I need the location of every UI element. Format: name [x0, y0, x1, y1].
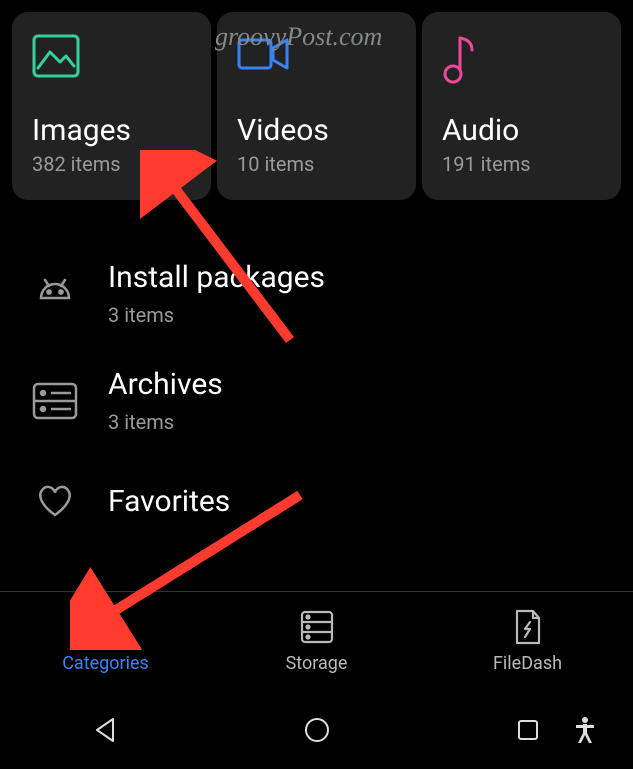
- audio-tile[interactable]: Audio 191 items: [422, 12, 621, 200]
- archives-row[interactable]: Archives 3 items: [0, 347, 633, 454]
- nav-back-button[interactable]: [76, 705, 136, 755]
- nav-home-button[interactable]: [287, 705, 347, 755]
- archive-icon: [28, 374, 82, 428]
- install-packages-title: Install packages: [108, 260, 325, 295]
- archives-title: Archives: [108, 367, 223, 402]
- images-tile[interactable]: Images 382 items: [12, 12, 211, 200]
- video-icon: [237, 34, 396, 84]
- category-list: Install packages 3 items Archives 3 item…: [0, 200, 633, 528]
- tab-storage-label: Storage: [286, 653, 348, 674]
- videos-tile-count: 10 items: [237, 152, 396, 176]
- bottom-tab-bar: Categories Storage FileDash: [0, 591, 633, 691]
- archives-count: 3 items: [108, 410, 223, 434]
- nav-recent-button[interactable]: [498, 705, 558, 755]
- nav-accessibility-button[interactable]: [555, 705, 615, 755]
- tab-filedash-label: FileDash: [493, 653, 562, 674]
- category-tiles-row: Images 382 items Videos 10 items Audio 1…: [0, 0, 633, 200]
- storage-icon: [300, 609, 334, 645]
- tab-filedash[interactable]: FileDash: [422, 592, 633, 691]
- videos-tile[interactable]: Videos 10 items: [217, 12, 416, 200]
- images-tile-count: 382 items: [32, 152, 191, 176]
- tab-categories[interactable]: Categories: [0, 592, 211, 691]
- android-icon: [28, 267, 82, 321]
- favorites-row[interactable]: Favorites: [0, 454, 633, 528]
- favorites-title: Favorites: [108, 484, 230, 519]
- install-packages-count: 3 items: [108, 303, 325, 327]
- heart-icon: [28, 474, 82, 528]
- tab-storage[interactable]: Storage: [211, 592, 422, 691]
- shapes-icon: [86, 609, 126, 645]
- music-note-icon: [442, 34, 601, 84]
- tab-categories-label: Categories: [62, 653, 149, 674]
- videos-tile-title: Videos: [237, 113, 396, 148]
- audio-tile-title: Audio: [442, 113, 601, 148]
- image-icon: [32, 34, 191, 84]
- install-packages-row[interactable]: Install packages 3 items: [0, 240, 633, 347]
- images-tile-title: Images: [32, 113, 191, 148]
- audio-tile-count: 191 items: [442, 152, 601, 176]
- android-nav-bar: [0, 691, 633, 769]
- file-lightning-icon: [513, 609, 543, 645]
